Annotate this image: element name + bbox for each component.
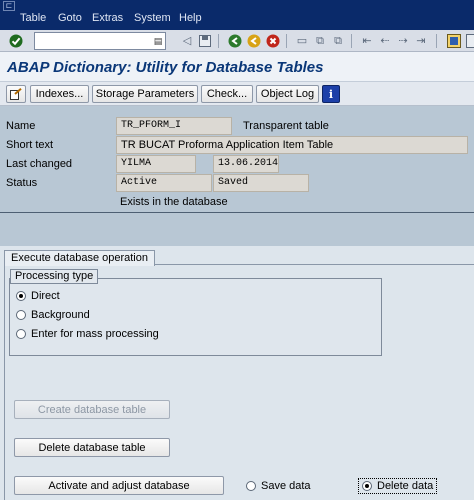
short-text-label: Short text — [6, 139, 54, 151]
menu-table[interactable]: Table — [20, 12, 46, 24]
exit-icon[interactable] — [246, 33, 262, 49]
radio-delete-data-label: Delete data — [377, 480, 434, 492]
command-field[interactable]: ▤ — [34, 32, 166, 50]
radio-mass-processing-label: Enter for mass processing — [31, 328, 159, 340]
info-icon[interactable]: i — [322, 85, 340, 103]
radio-mass-processing[interactable]: Enter for mass processing — [16, 328, 159, 340]
layout-icon[interactable] — [446, 33, 462, 49]
menu-help[interactable]: Help — [179, 12, 202, 24]
radio-delete-data[interactable]: Delete data — [358, 478, 438, 494]
status-active-field[interactable]: Active — [116, 174, 212, 192]
processing-type-title: Processing type — [10, 269, 99, 284]
radio-delete-data-indicator[interactable] — [362, 481, 372, 491]
create-database-table-button[interactable]: Create database table — [14, 400, 170, 419]
radio-save-data-label: Save data — [261, 480, 311, 492]
name-label: Name — [6, 120, 36, 132]
radio-direct[interactable]: Direct — [16, 290, 60, 302]
save-icon[interactable] — [197, 33, 213, 49]
tab-execute-database-operation[interactable]: Execute database operation — [4, 250, 155, 266]
status-label: Status — [6, 177, 38, 189]
find-icon[interactable]: ⧉ — [312, 33, 328, 49]
indexes-button[interactable]: Indexes... — [30, 85, 89, 103]
last-changed-label: Last changed — [6, 158, 73, 170]
changed-by-field[interactable]: YILMA — [116, 155, 196, 173]
radio-background[interactable]: Background — [16, 309, 90, 321]
storage-parameters-button[interactable]: Storage Parameters — [92, 85, 198, 103]
changed-on-field[interactable]: 13.06.2014 — [213, 155, 279, 173]
application-toolbar: Indexes... Storage Parameters Check... O… — [0, 82, 474, 106]
menu-bar: ⊏ Table Goto Extras System Help — [0, 0, 474, 30]
radio-direct-label: Direct — [31, 290, 60, 302]
prev-page-icon[interactable]: ⇠ — [377, 33, 393, 49]
radio-background-indicator[interactable] — [16, 310, 26, 320]
help-icon[interactable] — [463, 33, 474, 49]
display-change-icon[interactable] — [6, 85, 26, 103]
command-input[interactable] — [35, 33, 150, 49]
table-name-field[interactable]: TR_PFORM_I — [116, 117, 232, 135]
first-page-icon[interactable]: ⇤ — [359, 33, 375, 49]
find-next-icon[interactable]: ⧉ — [330, 33, 346, 49]
short-text-field[interactable]: TR BUCAT Proforma Application Item Table — [116, 136, 468, 154]
command-history-icon[interactable]: ▤ — [153, 35, 163, 47]
db-status-text: Exists in the database — [120, 196, 228, 208]
toolbar-separator — [436, 34, 437, 48]
green-arrow-icon[interactable] — [227, 33, 243, 49]
last-page-icon[interactable]: ⇥ — [413, 33, 429, 49]
next-page-icon[interactable]: ⇢ — [395, 33, 411, 49]
object-log-button[interactable]: Object Log — [256, 85, 319, 103]
check-icon[interactable] — [8, 33, 24, 49]
menu-extras[interactable]: Extras — [92, 12, 123, 24]
toolbar-separator — [218, 34, 219, 48]
standard-toolbar: ▤ ◁ ▭ ⧉ ⧉ ⇤ ⇠ ⇢ ⇥ — [0, 30, 474, 52]
radio-save-data[interactable]: Save data — [246, 480, 311, 492]
table-type-text: Transparent table — [243, 120, 329, 132]
system-menu-icon[interactable]: ⊏ — [3, 1, 15, 11]
delete-database-table-button[interactable]: Delete database table — [14, 438, 170, 457]
menu-goto[interactable]: Goto — [58, 12, 82, 24]
radio-save-data-indicator[interactable] — [246, 481, 256, 491]
activate-adjust-database-button[interactable]: Activate and adjust database — [14, 476, 224, 495]
radio-mass-processing-indicator[interactable] — [16, 329, 26, 339]
radio-direct-indicator[interactable] — [16, 291, 26, 301]
title-bar: ABAP Dictionary: Utility for Database Ta… — [0, 52, 474, 82]
radio-background-label: Background — [31, 309, 90, 321]
cancel-icon[interactable] — [265, 33, 281, 49]
check-button[interactable]: Check... — [201, 85, 253, 103]
toolbar-separator — [351, 34, 352, 48]
print-icon[interactable]: ▭ — [294, 33, 310, 49]
back-icon[interactable]: ◁ — [179, 33, 195, 49]
section-divider — [0, 212, 474, 213]
menu-system[interactable]: System — [134, 12, 171, 24]
page-title: ABAP Dictionary: Utility for Database Ta… — [7, 59, 324, 76]
status-saved-field[interactable]: Saved — [213, 174, 309, 192]
toolbar-separator — [286, 34, 287, 48]
